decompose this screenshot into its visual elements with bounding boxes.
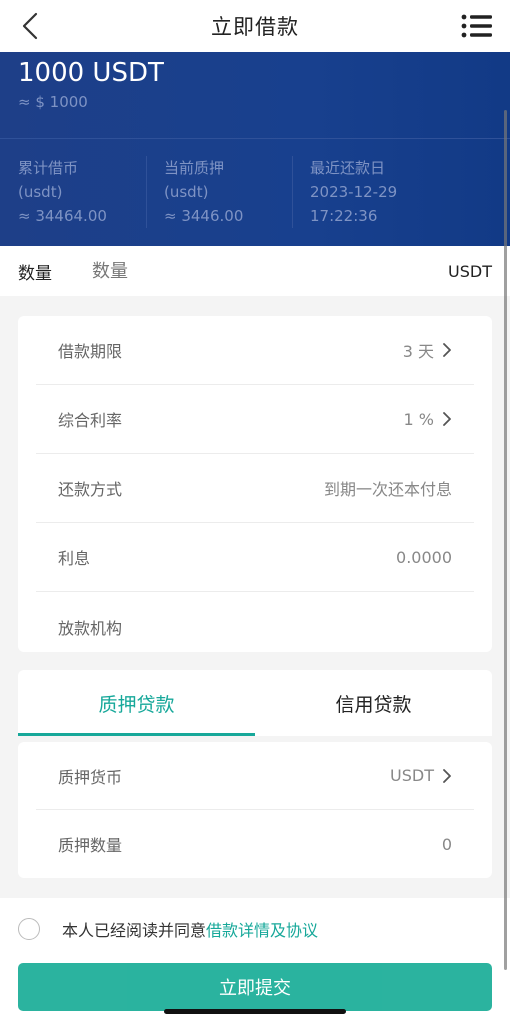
loan-term-row[interactable]: 借款期限 3 天 [36, 316, 474, 385]
balance-usd-approx: ≈ $ 1000 [18, 93, 88, 111]
loan-term-value: 3 天 [402, 342, 434, 361]
stat-current-collateral: 当前质押 (usdt) ≈ 3446.00 [164, 156, 243, 228]
interest-rate-value: 1 % [403, 409, 434, 429]
agreement-text: 本人已经阅读并同意借款详情及协议 [62, 917, 318, 941]
chevron-right-icon [443, 343, 451, 357]
collateral-currency-label: 质押货币 [58, 767, 123, 787]
divider [146, 156, 147, 228]
nav-bar: 立即借款 [0, 0, 510, 52]
balance-amount: 1000 USDT [18, 58, 164, 88]
chevron-right-icon [443, 768, 451, 783]
collateral-amount-row: 质押数量 0 [36, 810, 474, 878]
stat-total-borrowed: 累计借币 (usdt) ≈ 34464.00 [18, 156, 107, 228]
loan-term-label: 借款期限 [58, 342, 123, 361]
collateral-currency-row[interactable]: 质押货币 USDT [36, 742, 474, 810]
divider [0, 138, 510, 139]
quantity-row: 数量 USDT [0, 246, 510, 296]
stat-next-repayment: 最近还款日 2023-12-29 17:22:36 [310, 156, 397, 228]
lender-row: 放款机构 [36, 592, 474, 661]
repayment-method-value: 到期一次还本付息 [323, 480, 452, 499]
stat-label: 最近还款日 [310, 159, 386, 177]
collateral-amount-label: 质押数量 [58, 836, 123, 855]
scrollbar[interactable] [504, 110, 507, 970]
collateral-currency-value-wrap: USDT [390, 766, 452, 785]
interest-value: 0.0000 [396, 547, 452, 567]
lender-label: 放款机构 [58, 618, 123, 638]
page-title: 立即借款 [211, 15, 299, 39]
tab-credit-loan[interactable]: 信用贷款 [255, 670, 492, 736]
agreement-row: 本人已经阅读并同意借款详情及协议 [0, 898, 510, 960]
collateral-card: 质押货币 USDT 质押数量 0 [18, 742, 492, 878]
submit-button[interactable]: 立即提交 [18, 963, 492, 1011]
tab-collateral-loan[interactable]: 质押贷款 [18, 670, 255, 736]
repayment-method-label: 还款方式 [58, 480, 123, 499]
stat-value: ≈ 34464.00 [18, 207, 107, 225]
quantity-label: 数量 [18, 263, 52, 284]
agreement-prefix: 本人已经阅读并同意 [62, 921, 207, 940]
stat-value: ≈ 3446.00 [164, 207, 244, 225]
quantity-input[interactable] [92, 260, 352, 282]
stat-unit: (usdt) [18, 183, 63, 201]
repayment-method-row: 还款方式 到期一次还本付息 [36, 454, 474, 523]
quantity-unit: USDT [448, 261, 492, 281]
loan-type-tabs: 质押贷款 信用贷款 [18, 670, 492, 736]
interest-row: 利息 0.0000 [36, 523, 474, 592]
home-indicator [164, 1009, 346, 1014]
stat-label: 累计借币 [18, 159, 79, 177]
chevron-left-icon[interactable] [16, 10, 48, 42]
stat-unit: (usdt) [164, 183, 209, 201]
agreement-link[interactable]: 借款详情及协议 [206, 921, 318, 940]
loan-details-card: 借款期限 3 天 综合利率 1 % 还款方式 到期一次还本付息 利息 0.000… [18, 316, 492, 652]
list-menu-icon[interactable] [460, 10, 494, 42]
loan-term-value-wrap: 3 天 [403, 338, 452, 362]
agree-radio[interactable] [18, 918, 40, 940]
stat-date: 2023-12-29 [310, 183, 398, 201]
collateral-currency-value: USDT [390, 766, 434, 785]
divider [292, 156, 293, 228]
interest-rate-value-wrap: 1 % [404, 410, 452, 429]
interest-rate-label: 综合利率 [58, 411, 123, 430]
stat-time: 17:22:36 [310, 207, 378, 225]
balance-panel: 1000 USDT ≈ $ 1000 累计借币 (usdt) ≈ 34464.0… [0, 52, 510, 246]
interest-rate-row[interactable]: 综合利率 1 % [36, 385, 474, 454]
stat-label: 当前质押 [164, 159, 225, 177]
submit-area: 立即提交 [0, 960, 510, 1024]
collateral-amount-value: 0 [441, 834, 452, 854]
chevron-right-icon [443, 412, 451, 426]
interest-label: 利息 [58, 549, 91, 568]
